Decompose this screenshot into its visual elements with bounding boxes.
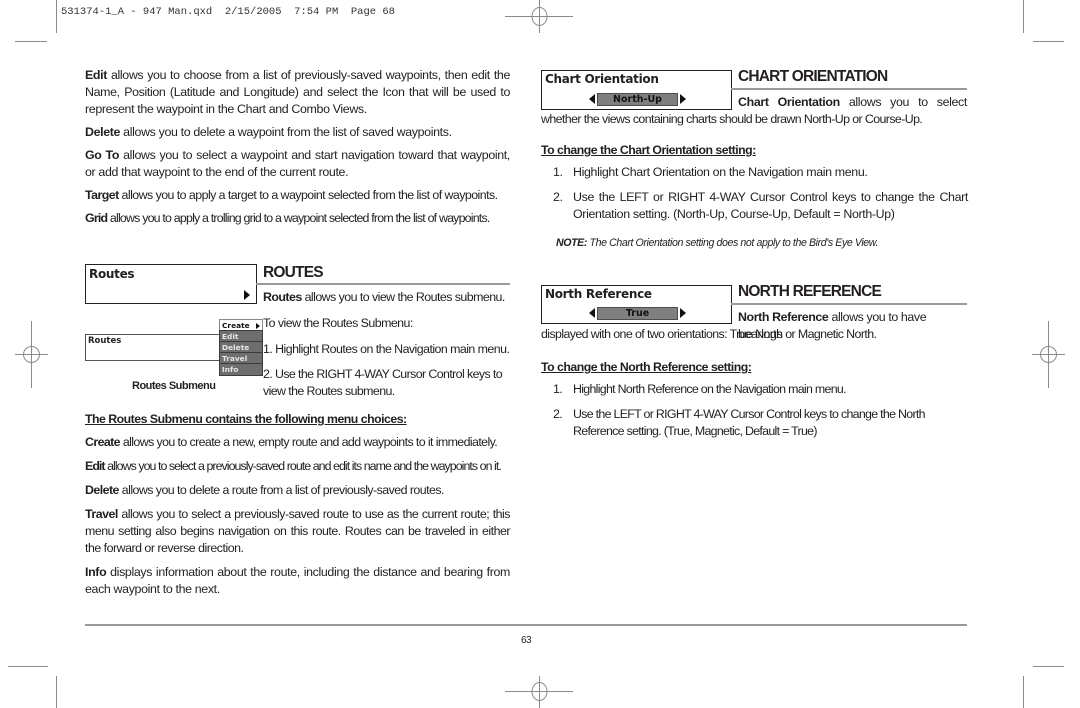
choice-info: Info displays information about the rout…: [85, 565, 510, 596]
registration-mark-icon: [505, 676, 573, 708]
right-triangle-icon[interactable]: [680, 94, 686, 104]
option-grid: Grid allows you to apply a trolling grid…: [85, 211, 490, 225]
waypoint-options: Edit allows you to choose from a list of…: [85, 67, 510, 227]
choice-delete: Delete allows you to delete a route from…: [85, 483, 444, 497]
option-go-to: Go To allows you to select a waypoint an…: [85, 148, 510, 179]
north-reference-steps-heading: To change the North Reference setting:: [541, 360, 752, 374]
crop-mark: [15, 41, 47, 42]
north-reference-menu-title: North Reference: [545, 287, 652, 301]
left-triangle-icon[interactable]: [589, 308, 595, 318]
list-item: 2. Use the LEFT or RIGHT 4-WAY Cursor Con…: [553, 407, 926, 438]
right-triangle-icon[interactable]: [680, 308, 686, 318]
submenu-choices-heading: The Routes Submenu contains the followin…: [85, 412, 407, 426]
heading-rule: [731, 88, 967, 90]
list-item: 1. Highlight Chart Orientation on the Nav…: [553, 165, 868, 179]
north-reference-menu-box[interactable]: North Reference True: [541, 285, 732, 324]
chart-orientation-menu-box[interactable]: Chart Orientation North-Up: [541, 70, 732, 110]
footer-rule: [85, 624, 967, 626]
registration-mark-icon: [505, 0, 573, 33]
registration-mark-icon: [15, 321, 48, 388]
chart-orientation-steps: 1. Highlight Chart Orientation on the Nav…: [541, 164, 968, 223]
routes-view-label: To view the Routes Submenu:: [263, 316, 413, 330]
list-item: 2. Use the LEFT or RIGHT 4-WAY Cursor Con…: [553, 190, 968, 221]
choice-travel: Travel allows you to select a previously…: [85, 507, 511, 555]
crop-mark: [1033, 666, 1064, 667]
routes-submenu: Create Edit Delete Travel Info: [219, 319, 264, 381]
submenu-item-info[interactable]: Info: [219, 363, 263, 376]
north-reference-value[interactable]: True: [597, 307, 678, 320]
crop-mark: [1033, 41, 1064, 42]
routes-step-2: 2. Use the RIGHT 4-WAY Cursor Control ke…: [263, 367, 503, 398]
printer-slug: 531374-1_A - 947 Man.qxd 2/15/2005 7:54 …: [61, 6, 395, 18]
right-triangle-icon: [256, 323, 260, 329]
routes-heading: ROUTES: [263, 264, 324, 281]
chart-orientation-intro-line1: Chart Orientation allows you to select: [738, 95, 967, 109]
crop-mark: [1023, 676, 1024, 708]
heading-rule: [256, 283, 510, 285]
chart-orientation-value[interactable]: North-Up: [597, 93, 678, 106]
chart-orientation-steps-heading: To change the Chart Orientation setting:: [541, 143, 756, 157]
crop-mark: [56, 676, 57, 708]
north-reference-intro-line2: displayed with one of two orientations: …: [541, 327, 877, 341]
page-number: 63: [521, 635, 532, 646]
routes-intro: Routes allows you to view the Routes sub…: [263, 290, 505, 304]
submenu-figure-routes-box: Routes: [85, 334, 220, 361]
registration-mark-icon: [1032, 321, 1065, 388]
routes-menu-box[interactable]: Routes: [85, 264, 257, 304]
chart-orientation-menu-title: Chart Orientation: [545, 72, 659, 86]
submenu-figure-caption: Routes Submenu: [132, 380, 216, 392]
heading-rule: [731, 303, 967, 305]
crop-mark: [1023, 0, 1024, 33]
crop-mark: [56, 0, 57, 33]
crop-mark: [8, 666, 48, 667]
list-item: 1. Highlight North Reference on the Navig…: [553, 382, 847, 396]
left-triangle-icon[interactable]: [589, 94, 595, 104]
chart-orientation-heading: CHART ORIENTATION: [738, 68, 888, 85]
chart-orientation-intro-line2: whether the views containing charts shou…: [541, 112, 923, 126]
option-target: Target allows you to apply a target to a…: [85, 188, 498, 202]
north-reference-heading: NORTH REFERENCE: [738, 283, 882, 300]
routes-step-1: 1. Highlight Routes on the Navigation ma…: [263, 342, 510, 356]
chart-orientation-note: NOTE: The Chart Orientation setting does…: [556, 237, 879, 249]
choice-create: Create allows you to create a new, empty…: [85, 435, 498, 449]
right-triangle-icon: [244, 290, 250, 300]
north-reference-steps: 1. Highlight North Reference on the Navig…: [541, 381, 971, 440]
submenu-choices: Create allows you to create a new, empty…: [85, 434, 511, 598]
submenu-figure-routes-label: Routes: [88, 336, 122, 346]
option-delete: Delete allows you to delete a waypoint f…: [85, 125, 452, 139]
choice-edit: Edit allows you to select a previously-s…: [85, 459, 502, 473]
routes-menu-title: Routes: [89, 267, 135, 281]
option-edit: Edit allows you to choose from a list of…: [85, 68, 510, 116]
